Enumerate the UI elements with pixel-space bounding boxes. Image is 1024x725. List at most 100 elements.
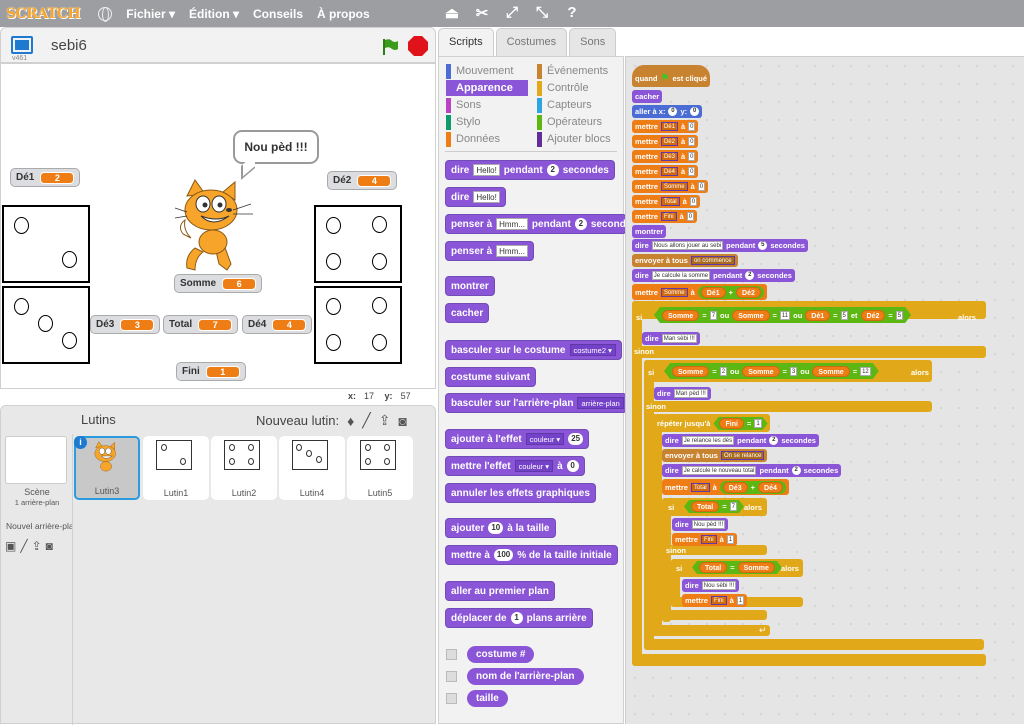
block-say[interactable]: dire Nou sèbi !!! — [682, 579, 740, 592]
die-sprite-2[interactable] — [314, 205, 402, 283]
block-repeat-until[interactable]: répéter jusqu'à Fini = 1 — [654, 417, 771, 430]
block-set-variable[interactable]: mettre Fini à 0 — [632, 210, 698, 223]
menu-tips[interactable]: Conseils — [253, 7, 303, 21]
project-title[interactable]: sebi6 — [51, 37, 87, 54]
block-hide[interactable]: cacher — [632, 90, 663, 103]
tab-costumes[interactable]: Costumes — [495, 28, 568, 56]
condition-if-4[interactable]: Total = Somme — [692, 561, 782, 574]
block-broadcast[interactable]: envoyer à tous on commence — [632, 254, 738, 267]
category-more-blocks[interactable]: Ajouter blocs — [537, 131, 611, 147]
sprite-thumb-lutin2[interactable]: Lutin2 — [211, 436, 277, 500]
category-looks[interactable]: Apparence — [446, 80, 528, 96]
block-say-for-secs[interactable]: dire Je calcule la somme pendant 2 secondes — [632, 269, 795, 282]
category-sensing[interactable]: Capteurs — [537, 97, 592, 113]
camera-icon[interactable]: ◙ — [398, 413, 406, 429]
paint-brush-icon[interactable]: ╱ — [362, 412, 370, 429]
block-change-effect[interactable]: ajouter à l'effet couleur ▾ 25 — [445, 429, 590, 449]
block-switch-costume[interactable]: basculer sur le costume costume2 ▾ — [445, 340, 622, 360]
script-area[interactable]: quand ⚑ est cliqué cacher aller à x: 0 y: 0 m… — [625, 56, 1024, 724]
block-set-variable[interactable]: mettre Total à 0 — [632, 195, 701, 208]
die-sprite-5[interactable] — [314, 286, 402, 364]
block-show[interactable]: montrer — [632, 225, 667, 238]
monitor-de2[interactable]: Dé2 4 — [327, 171, 398, 190]
monitor-de3[interactable]: Dé3 3 — [90, 315, 161, 334]
block-set-fini[interactable]: mettre Fini à 1 — [682, 594, 748, 607]
upload-icon[interactable]: ⇪ — [379, 412, 391, 429]
block-say[interactable]: dire Man sèbi !!! — [642, 332, 700, 345]
block-say-for-secs[interactable]: dire Je relance les dés pendant 2 secondes — [662, 434, 819, 447]
tab-sounds[interactable]: Sons — [569, 28, 617, 56]
block-set-sum[interactable]: mettre Somme à Dé1 + Dé2 — [632, 284, 767, 300]
sprite-thumb-lutin3[interactable]: i Lutin3 — [74, 436, 140, 500]
category-operators[interactable]: Opérateurs — [537, 114, 602, 130]
block-say-for-secs[interactable]: dire Hello! pendant 2 secondes — [445, 160, 615, 180]
block-say[interactable]: dire Man pèd !!! — [654, 387, 711, 400]
language-globe-icon[interactable] — [98, 6, 113, 22]
category-events[interactable]: Événements — [537, 63, 608, 79]
upload-icon[interactable]: ⇪ — [32, 539, 42, 553]
block-set-variable[interactable]: mettre Somme à 0 — [632, 180, 709, 193]
die-sprite-4[interactable] — [2, 286, 90, 364]
block-switch-backdrop[interactable]: basculer sur l'arrière-plan arrière-plan — [445, 393, 627, 413]
monitor-fini[interactable]: Fini 1 — [176, 362, 246, 381]
block-set-total[interactable]: mettre Total à Dé3 + Dé4 — [662, 479, 789, 495]
block-say[interactable]: dire Hello! — [445, 187, 506, 207]
monitor-de1[interactable]: Dé1 2 — [10, 168, 81, 187]
condition-if-1[interactable]: Somme = 7 ou Somme = 11 ou Dé1 = 5 et Dé2 = 5 — [654, 307, 911, 323]
backdrop-library-icon[interactable]: ▣ — [5, 539, 16, 553]
cut-icon[interactable]: ✂ — [473, 4, 491, 22]
sprite-thumb-lutin1[interactable]: Lutin1 — [143, 436, 209, 500]
checkbox-costume-number[interactable] — [446, 649, 457, 660]
block-say[interactable]: dire Nou pèd !!! — [672, 518, 729, 531]
block-go-to-front[interactable]: aller au premier plan — [445, 581, 555, 601]
shrink-icon[interactable]: ⤡ — [533, 4, 551, 22]
operator-plus[interactable]: Dé1 + Dé2 — [697, 285, 764, 299]
checkbox-backdrop-name[interactable] — [446, 671, 457, 682]
category-motion[interactable]: Mouvement — [446, 63, 528, 79]
duplicate-icon[interactable]: ⏏ — [443, 4, 461, 22]
menu-file[interactable]: Fichier ▾ — [126, 7, 175, 21]
block-set-variable[interactable]: mettre Dé3 à 0 — [632, 150, 699, 163]
category-data[interactable]: Données — [446, 131, 528, 147]
stage[interactable]: Dé1 2 Dé2 4 Somme 6 Dé3 3 Total 7 Dé4 4 Fini 1 … — [0, 63, 436, 389]
reporter-size[interactable]: taille — [467, 690, 508, 707]
category-pen[interactable]: Stylo — [446, 114, 528, 130]
block-change-size[interactable]: ajouter 10 à la taille — [445, 518, 556, 538]
fullscreen-icon[interactable] — [11, 36, 33, 54]
cat-sprite[interactable] — [173, 178, 263, 274]
sprite-thumb-lutin4[interactable]: Lutin4 — [279, 436, 345, 500]
sprite-thumb-lutin5[interactable]: Lutin5 — [347, 436, 413, 500]
info-icon[interactable]: i — [74, 436, 87, 449]
block-show[interactable]: montrer — [445, 276, 495, 296]
block-set-variable[interactable]: mettre Dé4 à 0 — [632, 165, 699, 178]
block-set-variable[interactable]: mettre Dé2 à 0 — [632, 135, 699, 148]
block-goto-xy[interactable]: aller à x: 0 y: 0 — [632, 105, 703, 118]
block-say-for-secs[interactable]: dire Nous allons jouer au sebi pendant 5 sec… — [632, 239, 808, 252]
scene-thumbnail[interactable] — [5, 436, 67, 484]
condition-if-3[interactable]: Total = 7 — [684, 500, 744, 513]
grow-icon[interactable]: ⤢ — [503, 4, 521, 22]
reporter-costume-number[interactable]: costume # — [467, 646, 535, 663]
block-say-for-secs[interactable]: dire Je calcule le nouveau total pendant 2 s… — [662, 464, 842, 477]
block-set-effect[interactable]: mettre l'effet couleur ▾ à 0 — [445, 456, 585, 476]
monitor-somme[interactable]: Somme 6 — [174, 274, 263, 293]
camera-icon[interactable]: ◙ — [46, 539, 53, 553]
green-flag-icon[interactable] — [381, 38, 399, 56]
condition-if-2[interactable]: Somme = 2 ou Somme = 3 ou Somme = 12 — [664, 363, 879, 379]
tab-scripts[interactable]: Scripts — [438, 28, 494, 56]
block-when-flag-clicked[interactable]: quand ⚑ est cliqué — [632, 65, 711, 87]
block-think-for-secs[interactable]: penser àHmm...pendant2secondes — [445, 214, 627, 234]
block-next-costume[interactable]: costume suivant — [445, 367, 536, 387]
category-sound[interactable]: Sons — [446, 97, 528, 113]
category-control[interactable]: Contrôle — [537, 80, 589, 96]
menu-about[interactable]: À propos — [317, 7, 370, 21]
block-think[interactable]: penser à Hmm... — [445, 241, 534, 261]
block-set-variable[interactable]: mettre Dé1 à 0 — [632, 120, 699, 133]
stop-icon[interactable] — [408, 36, 428, 56]
monitor-total[interactable]: Total 7 — [163, 315, 239, 334]
menu-edit[interactable]: Édition ▾ — [189, 7, 239, 21]
paint-brush-icon[interactable]: ╱ — [20, 539, 27, 553]
sprite-library-icon[interactable]: ♦ — [347, 413, 354, 429]
scratch-logo[interactable]: SCRATCH — [6, 6, 81, 22]
block-broadcast[interactable]: envoyer à tous On se relance — [662, 449, 768, 462]
